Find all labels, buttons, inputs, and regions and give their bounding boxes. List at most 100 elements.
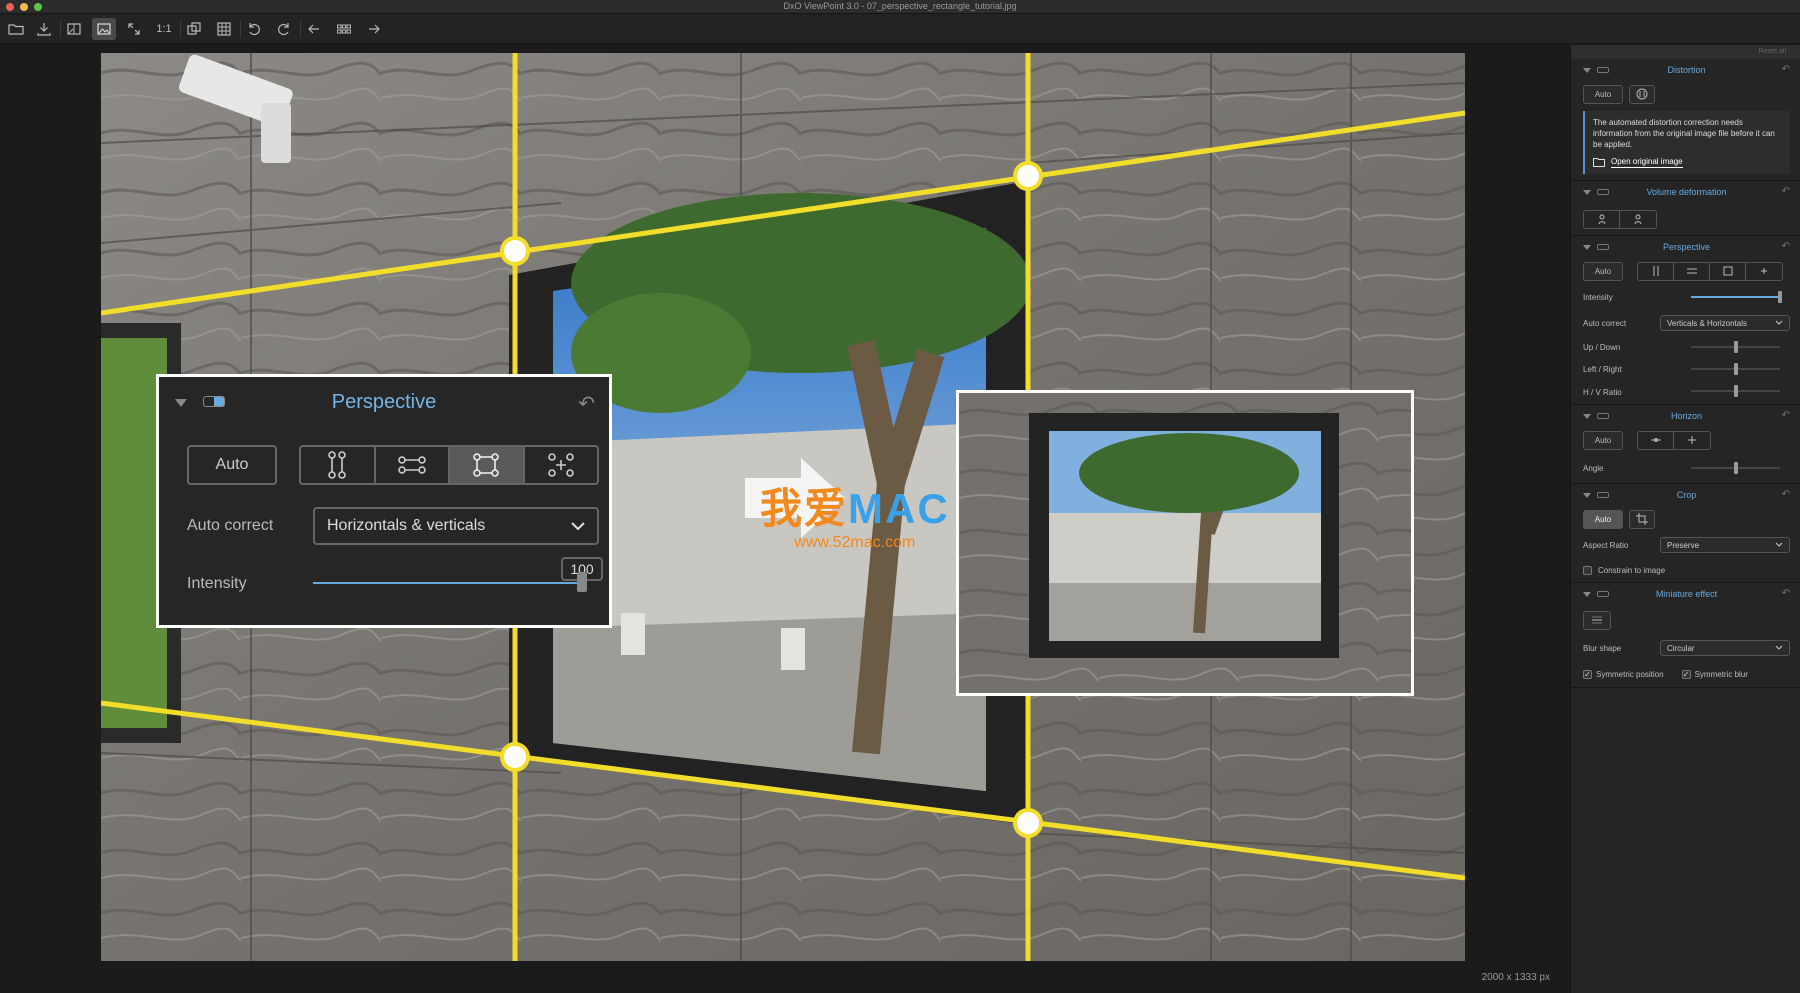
rotate-right-icon	[278, 23, 289, 36]
chevron-down-icon	[571, 522, 585, 531]
perspective-intensity-label: Intensity	[1583, 292, 1613, 302]
symmetric-blur-checkbox[interactable]: ✓	[1681, 669, 1691, 679]
before-after-button[interactable]	[182, 18, 206, 40]
horizontals-icon	[1686, 268, 1697, 274]
undo-icon[interactable]: ↶	[1782, 241, 1790, 252]
symmetric-position-checkbox[interactable]: ✓	[1583, 669, 1592, 679]
callout-intensity-label: Intensity	[187, 575, 247, 592]
perspective-auto-correct-label: Auto correct	[1583, 318, 1627, 328]
aspect-ratio-select[interactable]: Preserve	[1660, 537, 1790, 553]
section-horizon: Horizon ↶ Auto Angle	[1571, 405, 1800, 484]
angle-slider[interactable]	[1691, 462, 1780, 474]
single-view-button[interactable]	[92, 18, 116, 40]
distortion-info-text: The automated distortion correction need…	[1593, 118, 1775, 149]
undo-icon[interactable]: ↶	[578, 391, 595, 416]
blur-shape-select[interactable]: Circular	[1660, 640, 1790, 656]
lens-icon	[1636, 88, 1648, 100]
perspective-intensity-slider[interactable]	[1691, 291, 1782, 303]
horizon-level-button[interactable]	[1674, 432, 1710, 449]
perspective-verticals-button[interactable]	[1638, 262, 1674, 280]
compare-split-button[interactable]	[62, 18, 86, 40]
left-right-label: Left / Right	[1583, 364, 1622, 374]
constrain-checkbox[interactable]	[1583, 565, 1592, 575]
horizon-line-icon	[1650, 438, 1661, 442]
callout-verticals-button[interactable]	[301, 447, 376, 483]
horizon-auto-button[interactable]: Auto	[1583, 430, 1623, 450]
grid-button[interactable]	[212, 18, 236, 40]
up-down-label: Up / Down	[1583, 342, 1621, 352]
perspective-rectangle-button[interactable]	[1710, 262, 1746, 280]
after-preview-inset	[956, 390, 1414, 696]
person-adjust-icon	[1598, 214, 1605, 225]
arrow-right-icon	[369, 24, 380, 34]
undo-icon[interactable]: ↶	[1782, 186, 1790, 197]
left-right-knob[interactable]	[1733, 363, 1738, 375]
crop-tool-button[interactable]	[1629, 509, 1655, 529]
section-crop: Crop ↶ Auto Aspect Ratio Preserve Constr…	[1571, 484, 1800, 583]
constrain-label: Constrain to image	[1598, 565, 1666, 575]
rotate-right-button[interactable]	[272, 18, 296, 40]
callout-rectangle-button[interactable]	[450, 447, 525, 483]
crop-icon	[1636, 513, 1648, 525]
rotate-left-button[interactable]	[242, 18, 266, 40]
undo-icon[interactable]: ↶	[1782, 489, 1790, 500]
section-title-volume: Volume deformation	[1646, 187, 1727, 197]
blur-band-icon	[1592, 616, 1602, 624]
zoom-100-button[interactable]: 1:1	[152, 18, 176, 40]
callout-auto-correct-value: Horizontals & verticals	[327, 517, 486, 534]
layers-icon	[187, 22, 201, 35]
callout-auto-correct-select[interactable]: Horizontals & verticals	[313, 507, 599, 545]
perspective-mode-group	[1637, 261, 1783, 281]
callout-horizontals-button[interactable]	[376, 447, 450, 483]
perspective-auto-correct-select[interactable]: Verticals & Horizontals	[1660, 315, 1790, 331]
aspect-ratio-value: Preserve	[1667, 540, 1700, 550]
after-preview-image	[959, 393, 1411, 693]
callout-perspective-mode-group	[299, 445, 599, 485]
undo-icon[interactable]: ↶	[1782, 410, 1790, 421]
volume-cylindrical-button[interactable]	[1584, 210, 1620, 228]
fit-screen-button[interactable]	[122, 18, 146, 40]
distortion-lens-button[interactable]	[1629, 84, 1655, 104]
chevron-down-icon	[1775, 645, 1783, 650]
callout-intensity-slider[interactable]	[313, 582, 583, 584]
watermark-url: www.52mac.com	[794, 534, 916, 551]
up-down-slider[interactable]	[1691, 341, 1780, 353]
reset-all-button[interactable]: Reset all	[1571, 45, 1800, 59]
distortion-info-box: The automated distortion correction need…	[1583, 111, 1790, 174]
perspective-horizontals-button[interactable]	[1674, 262, 1710, 280]
left-right-slider[interactable]	[1691, 363, 1780, 375]
section-title-crop: Crop	[1676, 490, 1697, 500]
filmstrip-button[interactable]	[332, 18, 356, 40]
section-title-horizon: Horizon	[1670, 411, 1702, 421]
title-bar: DxO ViewPoint 3.0 - 07_perspective_recta…	[0, 0, 1800, 14]
perspective-auto-button[interactable]: Auto	[1583, 261, 1623, 281]
rotate-left-icon	[249, 23, 260, 36]
hv-ratio-knob[interactable]	[1733, 385, 1738, 397]
fit-screen-icon	[128, 23, 140, 35]
volume-spherical-button[interactable]	[1620, 211, 1656, 228]
perspective-eight-point-button[interactable]	[1746, 263, 1782, 280]
distortion-auto-button[interactable]: Auto	[1583, 84, 1623, 104]
perspective-intensity-knob[interactable]	[1778, 291, 1782, 303]
level-icon	[1688, 436, 1696, 444]
next-image-button[interactable]	[362, 18, 386, 40]
callout-intensity-knob[interactable]	[577, 572, 587, 592]
open-original-link[interactable]: Open original image	[1593, 156, 1782, 168]
open-folder-button[interactable]	[4, 18, 28, 40]
undo-icon[interactable]: ↶	[1782, 64, 1790, 75]
previous-image-button[interactable]	[302, 18, 326, 40]
download-icon	[37, 23, 51, 36]
crop-auto-button[interactable]: Auto	[1583, 509, 1623, 529]
callout-eight-point-button[interactable]	[525, 447, 598, 483]
export-button[interactable]	[32, 18, 56, 40]
up-down-knob[interactable]	[1733, 341, 1738, 353]
undo-icon[interactable]: ↶	[1782, 588, 1790, 599]
callout-auto-button[interactable]: Auto	[187, 445, 277, 485]
symmetric-position-label: Symmetric position	[1596, 669, 1664, 679]
horizon-line-button[interactable]	[1638, 431, 1674, 449]
split-view-icon	[67, 23, 81, 35]
angle-label: Angle	[1583, 463, 1604, 473]
hv-ratio-slider[interactable]	[1691, 385, 1780, 397]
miniature-blur-button[interactable]	[1583, 610, 1611, 630]
angle-knob[interactable]	[1733, 462, 1738, 474]
